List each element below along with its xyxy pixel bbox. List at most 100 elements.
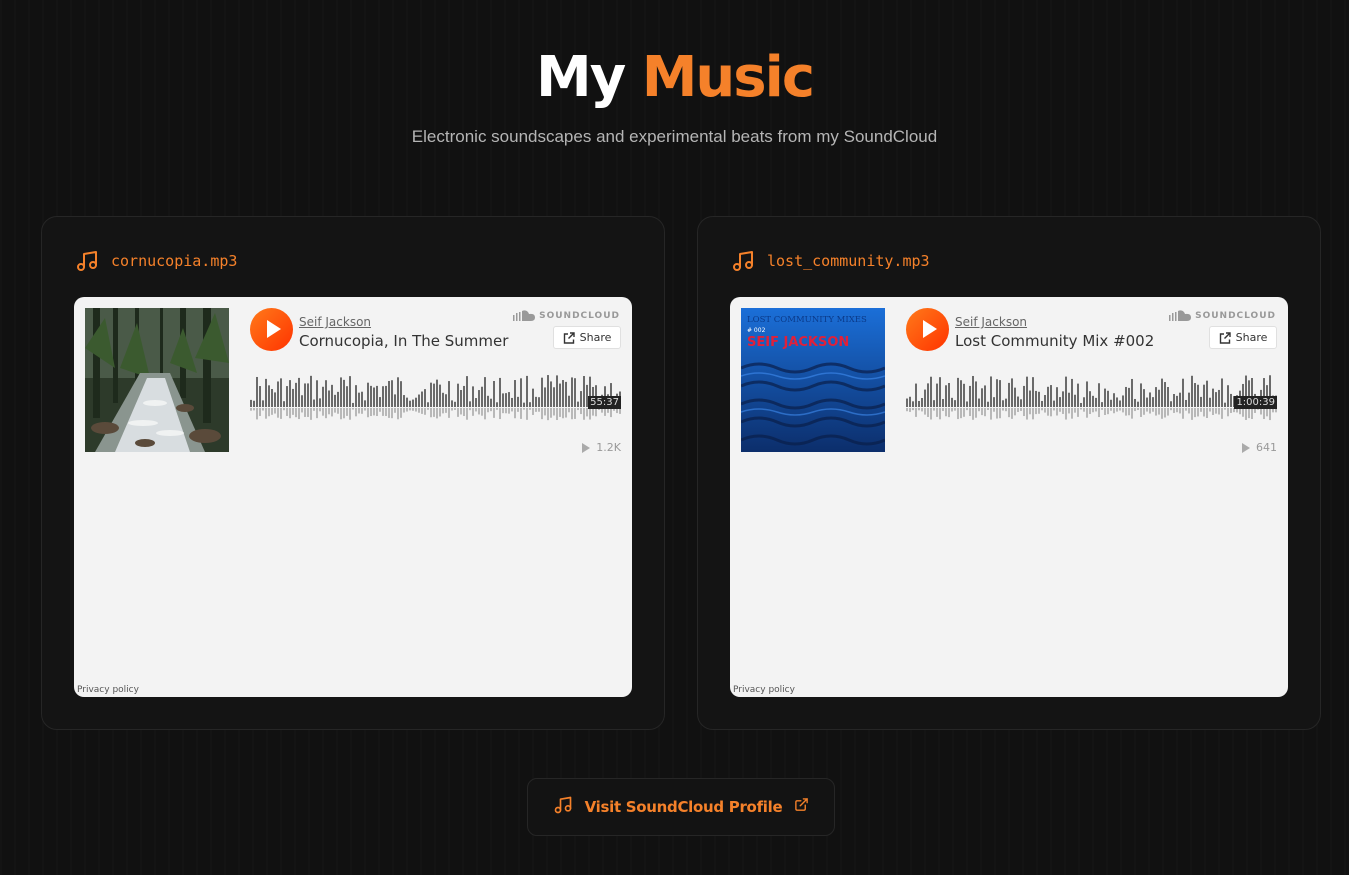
waveform-reflection-bar bbox=[1131, 408, 1133, 419]
waveform-bar bbox=[331, 384, 333, 407]
waveform-reflection-bar bbox=[927, 408, 929, 417]
play-count: 641 bbox=[1242, 441, 1277, 454]
waveform-reflection-bar bbox=[406, 408, 408, 412]
waveform-reflection-bar bbox=[382, 408, 384, 416]
forest-river-artwork[interactable] bbox=[85, 308, 229, 452]
waveform-reflection-bar bbox=[301, 408, 303, 413]
waveform-bar bbox=[412, 399, 414, 407]
track-title[interactable]: Lost Community Mix #002 bbox=[955, 332, 1154, 350]
waveform-reflection-bar bbox=[541, 408, 543, 420]
waveform-bar bbox=[307, 383, 309, 407]
waveform-reflection-bar bbox=[1125, 408, 1127, 416]
soundcloud-logo[interactable]: SOUNDCLOUD bbox=[1169, 310, 1276, 321]
waveform-bar bbox=[547, 375, 549, 407]
waveform-bar bbox=[906, 398, 908, 407]
waveform-reflection-bar bbox=[328, 408, 330, 415]
waveform-reflection-bar bbox=[283, 408, 285, 411]
waveform-reflection-bar bbox=[1122, 408, 1124, 413]
soundcloud-logo[interactable]: SOUNDCLOUD bbox=[513, 310, 620, 321]
waveform-bar bbox=[1038, 391, 1040, 407]
soundcloud-player[interactable]: Seif Jackson Cornucopia, In The Summer S… bbox=[74, 297, 632, 697]
track-title[interactable]: Cornucopia, In The Summer bbox=[299, 332, 508, 350]
ocean-artwork[interactable]: LOST COMMUNITY MIXES # 002 SEIF JACKSON bbox=[741, 308, 885, 452]
waveform-reflection-bar bbox=[361, 408, 363, 414]
artist-link[interactable]: Seif Jackson bbox=[299, 315, 371, 329]
soundcloud-player[interactable]: LOST COMMUNITY MIXES # 002 SEIF JACKSON … bbox=[730, 297, 1288, 697]
waveform-bar bbox=[562, 380, 564, 407]
waveform-bar bbox=[388, 380, 390, 407]
waveform-reflection-bar bbox=[1077, 408, 1079, 417]
waveform-bar bbox=[532, 388, 534, 407]
waveform-bar bbox=[460, 390, 462, 407]
waveform-bar bbox=[936, 383, 938, 407]
waveform-bar bbox=[403, 395, 405, 407]
waveform-reflection-bar bbox=[397, 408, 399, 420]
waveform-bar bbox=[912, 401, 914, 407]
waveform-bar bbox=[499, 377, 501, 407]
waveform-bar bbox=[523, 402, 525, 407]
privacy-policy-link[interactable]: Privacy policy bbox=[77, 685, 139, 695]
waveform-bar bbox=[1101, 402, 1103, 407]
waveform-bar bbox=[304, 383, 306, 407]
waveform[interactable] bbox=[250, 363, 621, 429]
waveform-bar bbox=[286, 386, 288, 407]
waveform-reflection-bar bbox=[1053, 408, 1055, 411]
waveform-bar bbox=[1191, 375, 1193, 407]
play-count: 1.2K bbox=[582, 441, 621, 454]
waveform-bar bbox=[346, 386, 348, 407]
waveform-reflection-bar bbox=[295, 408, 297, 418]
waveform-reflection-bar bbox=[1185, 408, 1187, 411]
waveform-bar bbox=[415, 397, 417, 407]
page-title: My Music bbox=[0, 40, 1349, 116]
play-button[interactable] bbox=[906, 308, 949, 351]
waveform-reflection-bar bbox=[472, 408, 474, 416]
waveform-reflection-bar bbox=[1176, 408, 1178, 413]
waveform-bar bbox=[583, 376, 585, 407]
waveform-reflection-bar bbox=[912, 408, 914, 411]
share-label: Share bbox=[1235, 331, 1268, 344]
waveform-bar bbox=[981, 388, 983, 407]
waveform-reflection-bar bbox=[1083, 408, 1085, 412]
waveform-bar bbox=[1209, 397, 1211, 407]
share-button[interactable]: Share bbox=[553, 326, 621, 349]
waveform[interactable] bbox=[906, 363, 1277, 429]
waveform-bar bbox=[367, 382, 369, 407]
play-button[interactable] bbox=[250, 308, 293, 351]
waveform-reflection-bar bbox=[1161, 408, 1163, 419]
waveform-reflection-bar bbox=[517, 408, 519, 412]
waveform-bar bbox=[577, 401, 579, 407]
music-note-icon bbox=[75, 249, 99, 273]
waveform-reflection-bar bbox=[448, 408, 450, 418]
waveform-bar bbox=[924, 389, 926, 407]
waveform-bar bbox=[514, 380, 516, 407]
waveform-reflection-bar bbox=[915, 408, 917, 417]
visit-soundcloud-profile-button[interactable]: Visit SoundCloud Profile bbox=[527, 778, 835, 836]
waveform-bar bbox=[1182, 378, 1184, 407]
waveform-bar bbox=[433, 383, 435, 407]
waveform-bar bbox=[475, 398, 477, 407]
waveform-bar bbox=[283, 401, 285, 407]
waveform-reflection-bar bbox=[1032, 408, 1034, 420]
share-button[interactable]: Share bbox=[1209, 326, 1277, 349]
waveform-reflection-bar bbox=[1092, 408, 1094, 413]
waveform-bar bbox=[918, 400, 920, 407]
waveform-reflection-bar bbox=[1251, 408, 1253, 420]
waveform-bar bbox=[508, 392, 510, 407]
waveform-bar bbox=[478, 390, 480, 407]
waveform-reflection-bar bbox=[583, 408, 585, 420]
waveform-bar bbox=[322, 386, 324, 407]
artist-link[interactable]: Seif Jackson bbox=[955, 315, 1027, 329]
waveform-reflection-bar bbox=[1194, 408, 1196, 418]
waveform-reflection-bar bbox=[1143, 408, 1145, 415]
share-label: Share bbox=[579, 331, 612, 344]
waveform-reflection-bar bbox=[553, 408, 555, 416]
waveform-bar bbox=[1077, 383, 1079, 407]
privacy-policy-link[interactable]: Privacy policy bbox=[733, 685, 795, 695]
waveform-reflection-bar bbox=[520, 408, 522, 419]
waveform-reflection-bar bbox=[457, 408, 459, 417]
waveform-bar bbox=[313, 399, 315, 407]
waveform-bar bbox=[442, 392, 444, 407]
waveform-bar bbox=[1179, 392, 1181, 407]
waveform-bar bbox=[1224, 402, 1226, 407]
waveform-bar bbox=[394, 394, 396, 407]
